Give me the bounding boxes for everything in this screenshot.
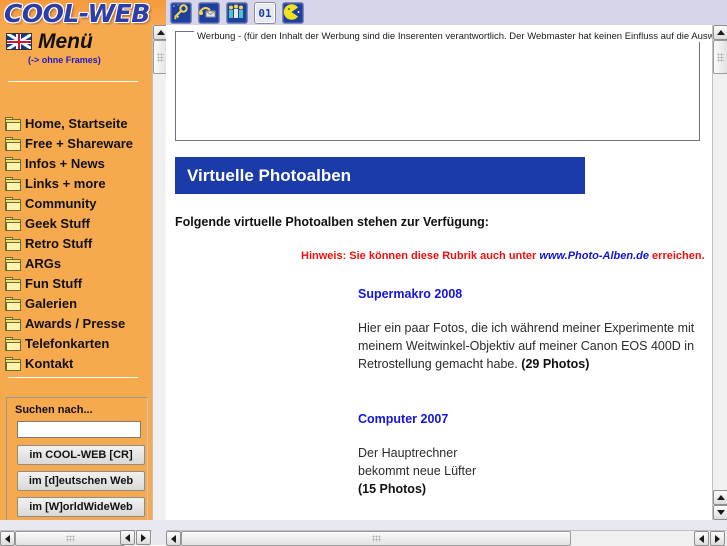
sidebar-item-label: ARGs [25,255,62,271]
notice-text: Hinweis: Sie können diese Rubrik auch un… [301,250,705,262]
folder-icon [5,176,21,191]
album-description: Hier ein paar Fotos, die ich während mei… [358,319,698,373]
album-title-link[interactable]: Computer 2007 [358,412,698,426]
content-scroll-left-button[interactable] [166,531,181,546]
sidebar-item-label: Kontakt [25,355,74,371]
folder-icon [5,156,21,171]
no-frames-link[interactable]: (-> ohne Frames) [28,55,101,65]
sidebar-item-label: Retro Stuff [25,235,93,251]
sidebar-item-label: Awards / Presse [25,315,126,331]
header-icon-bar: 01 [170,2,304,24]
content-scroll-up-button-bottom[interactable] [713,490,727,505]
sidebar-scroll-right-button[interactable] [136,530,151,545]
content-vertical-scrollbar[interactable] [712,25,727,520]
notice-prefix: Hinweis: Sie können diese Rubrik auch un… [301,250,540,262]
intro-text: Folgende virtuelle Photoalben stehen zur… [175,215,489,229]
sidebar-hscroll-thumb[interactable] [15,531,125,546]
notice-suffix: erreichen. [648,250,705,262]
album-entry: Computer 2007 Der Hauptrechner bekommt n… [358,412,698,498]
sidebar-item-label: Community [25,195,97,211]
menu-title: Menü [38,30,93,53]
folder-icon [5,276,21,291]
sidebar-item-infos-news[interactable]: Infos + News [5,153,150,173]
divider-top [8,81,138,82]
advertisement-box: Werbung - (für den Inhalt der Werbung si… [175,31,712,141]
sidebar-item-label: Infos + News [25,155,105,171]
album-title-link[interactable]: Supermakro 2008 [358,287,698,301]
counter-value: 01 [258,6,272,20]
sidebar-scroll-left-button[interactable] [0,531,15,546]
content-scroll-thumb[interactable] [713,40,727,74]
sidebar-item-label: Links + more [25,175,106,191]
album-photo-count: (29 Photos) [521,357,590,371]
sidebar-item-retro-stuff[interactable]: Retro Stuff [5,233,150,253]
folder-icon [5,116,21,131]
sidebar-item-label: Geek Stuff [25,215,91,231]
sidebar-scroll-left-button-2[interactable] [120,530,135,545]
sidebar-item-telefonkarten[interactable]: Telefonkarten [5,333,150,353]
browser-page: COOL-WEB 01 Menü (-> ohne Frames) Home, … [0,0,727,546]
search-input[interactable] [17,421,141,438]
uk-flag-icon[interactable] [6,33,32,50]
sidebar-item-label: Galerien [25,295,78,311]
pacman-icon[interactable] [282,2,304,24]
sidebar-item-geek-stuff[interactable]: Geek Stuff [5,213,150,233]
sidebar-item-links-more[interactable]: Links + more [5,173,150,193]
content-scroll-up-button[interactable] [713,25,727,40]
advertisement-legend: Werbung - (für den Inhalt der Werbung si… [194,31,712,42]
folder-icon [5,296,21,311]
content-scroll-left-button-2[interactable] [694,531,709,546]
divider-bottom [8,377,138,378]
folder-icon [5,316,21,331]
sidebar-item-label: Free + Shareware [25,135,134,151]
sidebar-frame: Menü (-> ohne Frames) Home, Startseite F… [0,25,152,520]
sidebar-menu: Home, Startseite Free + Shareware Infos … [5,113,150,373]
search-german-web-button[interactable]: im [d]eutschen Web [17,471,145,491]
search-coolweb-button[interactable]: im COOL-WEB [CR] [17,445,145,465]
sidebar-item-awards-presse[interactable]: Awards / Presse [5,313,150,333]
people-icon[interactable] [226,2,248,24]
search-label: Suchen nach... [15,404,93,416]
sidebar-item-kontakt[interactable]: Kontakt [5,353,150,373]
content-horizontal-scrollbar[interactable] [166,530,727,546]
folder-icon [5,236,21,251]
album-photo-count: (15 Photos) [358,482,427,496]
counter-icon[interactable]: 01 [254,2,276,24]
sidebar-item-label: Home, Startseite [25,115,128,131]
site-logo[interactable]: COOL-WEB [4,0,150,28]
sidebar-item-free-shareware[interactable]: Free + Shareware [5,133,150,153]
search-panel: Suchen nach... im COOL-WEB [CR] im [d]eu… [6,397,148,520]
folder-icon [5,336,21,351]
album-entry: Supermakro 2008 Hier ein paar Fotos, die… [358,287,698,373]
page-title-bar: Virtuelle Photoalben [175,157,585,194]
folder-icon [5,136,21,151]
content-scroll-down-button[interactable] [713,505,727,520]
sidebar-item-community[interactable]: Community [5,193,150,213]
content-scroll-right-button[interactable] [710,531,725,546]
mail-icon[interactable] [198,2,220,24]
sidebar-content: Menü (-> ohne Frames) Home, Startseite F… [0,25,152,520]
page-title: Virtuelle Photoalben [187,165,352,185]
site-header: COOL-WEB 01 [0,0,727,28]
album-description-text: Der Hauptrechner bekommt neue Lüfter [358,446,477,478]
sidebar-item-label: Fun Stuff [25,275,83,291]
sidebar-item-fun-stuff[interactable]: Fun Stuff [5,273,150,293]
folder-icon [5,196,21,211]
sidebar-item-label: Telefonkarten [25,335,110,351]
search-www-button[interactable]: im [W]orldWideWeb [17,497,145,517]
folder-icon [5,356,21,371]
album-description: Der Hauptrechner bekommt neue Lüfter (15… [358,444,698,498]
sidebar-item-args[interactable]: ARGs [5,253,150,273]
key-icon[interactable] [170,2,192,24]
content-frame: Werbung - (für den Inhalt der Werbung si… [166,25,712,520]
content-hscroll-thumb[interactable] [181,531,571,546]
folder-icon [5,216,21,231]
folder-icon [5,256,21,271]
sidebar-item-home[interactable]: Home, Startseite [5,113,150,133]
photo-alben-link[interactable]: www.Photo-Alben.de [539,250,649,262]
sidebar-item-galerien[interactable]: Galerien [5,293,150,313]
